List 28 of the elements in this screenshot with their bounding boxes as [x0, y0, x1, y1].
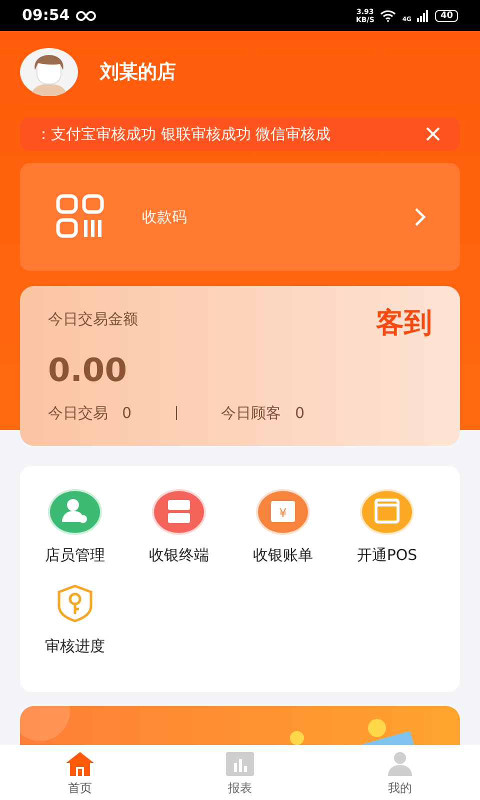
user-icon [385, 751, 415, 777]
nav-tab[interactable]: 首页 [50, 751, 110, 800]
amount-value: 0.00 [48, 350, 128, 391]
stat-label: 今日交易 [48, 403, 108, 424]
signal-icon [417, 10, 430, 22]
yen-bill-icon: ¥ [255, 488, 311, 536]
stat-label: 今日顾客 [221, 403, 282, 424]
nav-tab[interactable]: 我的 [370, 751, 430, 800]
stat-value: 0 [122, 403, 132, 424]
menu-item[interactable]: ¥ 收银账单 [240, 488, 326, 579]
clock: 09:54 [22, 5, 70, 26]
stats-title: 今日交易金额 [48, 309, 138, 330]
menu-item[interactable]: 收银终端 [136, 488, 222, 579]
infinity-icon [76, 10, 96, 20]
menu-item[interactable]: 开通POS [344, 488, 430, 579]
chevron-right-icon [414, 207, 426, 227]
shop-name: 刘某的店 [100, 60, 176, 85]
wifi-icon [380, 10, 396, 22]
bar-chart-icon [225, 751, 255, 777]
battery-indicator: 40 [435, 10, 458, 22]
notice-text: ：支付宝审核成功 银联审核成功 微信审核成 [36, 124, 331, 145]
menu-item[interactable]: 店员管理 [32, 488, 118, 579]
stat-value: 0 [295, 403, 305, 424]
menu-item[interactable]: 审核进度 [32, 579, 118, 670]
home-icon [65, 751, 95, 777]
avatar [20, 48, 78, 96]
close-button[interactable] [426, 127, 440, 141]
nav-tab[interactable]: 报表 [210, 751, 270, 800]
